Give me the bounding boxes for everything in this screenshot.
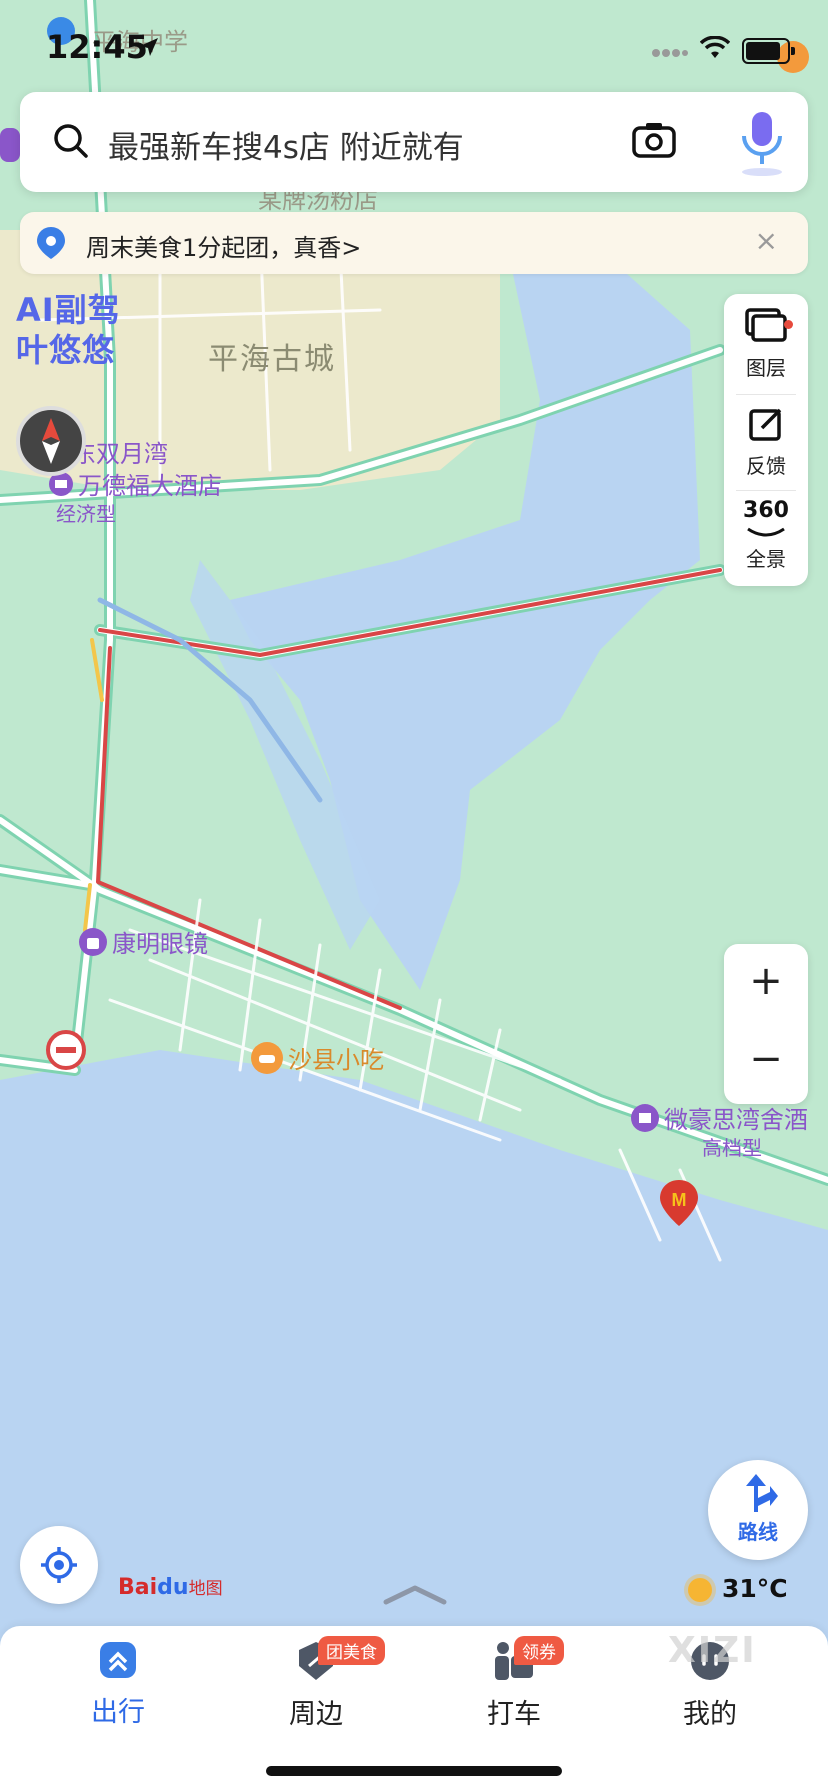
baidu-logo-bai: Bai — [118, 1575, 158, 1600]
layers-icon — [745, 308, 787, 348]
map-area-label: 平海古城 — [208, 342, 336, 377]
status-bar: 12:45 — [0, 0, 828, 90]
layers-button[interactable]: 图层 — [724, 308, 808, 381]
poi-resort-type: 高档型 — [702, 1136, 762, 1160]
shopping-bag-icon — [78, 927, 108, 963]
layers-label: 图层 — [746, 356, 786, 380]
zoom-control: + − — [724, 944, 808, 1104]
svg-text:M: M — [672, 1190, 687, 1210]
voice-mic-icon[interactable] — [734, 108, 790, 176]
close-icon[interactable]: × — [755, 224, 778, 257]
tab-profile-label: 我的 — [683, 1699, 737, 1730]
sun-icon — [688, 1578, 712, 1602]
poi-shaxian[interactable]: 沙县小吃 — [250, 1040, 384, 1081]
taxi-icon — [491, 1642, 537, 1686]
locate-me-button[interactable] — [20, 1526, 98, 1604]
ai-copilot-line2: 叶悠悠 — [16, 331, 116, 369]
zoom-in-button[interactable]: + — [724, 958, 808, 1004]
search-placeholder[interactable]: 最强新车搜4s店 附近就有 — [108, 122, 464, 167]
location-pin-icon — [36, 226, 66, 264]
tab-travel[interactable]: 出行 — [48, 1640, 188, 1729]
search-icon — [52, 122, 90, 164]
tab-taxi-label: 打车 — [487, 1699, 541, 1730]
layers-notification-dot — [784, 320, 793, 329]
panorama-label: 全景 — [746, 547, 786, 571]
no-entry-icon — [46, 1030, 86, 1074]
weather-widget[interactable]: 31°C — [688, 1574, 788, 1603]
poi-glasses-label: 康明眼镜 — [112, 930, 208, 958]
baidu-logo-du: du — [157, 1575, 189, 1600]
tab-nearby-label: 周边 — [289, 1699, 343, 1730]
tab-taxi[interactable]: 领券 打车 — [444, 1636, 584, 1731]
hotel-icon — [630, 1103, 660, 1139]
panorama-button[interactable]: 360 全景 — [724, 498, 808, 572]
feedback-icon — [748, 408, 784, 446]
poi-hotel-label: 万德福大酒店 — [78, 472, 222, 500]
ai-copilot-line1: AI副驾 — [16, 291, 121, 329]
route-arrow-icon — [742, 1472, 778, 1520]
tab-nearby-tag: 团美食 — [318, 1636, 385, 1665]
location-arrow-icon — [138, 36, 160, 62]
travel-icon — [98, 1642, 138, 1684]
feedback-label: 反馈 — [746, 454, 786, 478]
ai-copilot-badge[interactable]: AI副驾 叶悠悠 — [16, 290, 126, 370]
status-time: 12:45 — [46, 28, 148, 66]
promo-banner[interactable]: 周末美食1分起团，真香> × — [20, 212, 808, 274]
mcdonalds-icon[interactable]: M — [660, 1180, 698, 1230]
drawer-handle-icon[interactable] — [382, 1584, 448, 1610]
panorama-360-icon: 360 — [743, 498, 789, 523]
cellular-signal-icon — [652, 44, 688, 63]
search-bar[interactable]: 最强新车搜4s店 附近就有 — [20, 92, 808, 192]
weather-temp: 31°C — [722, 1574, 788, 1603]
tab-taxi-tag: 领券 — [514, 1636, 564, 1665]
rotate-arc-icon — [744, 524, 788, 543]
compass-icon[interactable] — [16, 406, 86, 476]
tab-nearby[interactable]: 团美食 周边 — [246, 1636, 386, 1731]
wifi-icon — [699, 35, 731, 64]
route-button[interactable]: 路线 — [708, 1460, 808, 1560]
route-label: 路线 — [738, 1520, 778, 1544]
promo-banner-text[interactable]: 周末美食1分起团，真香> — [86, 228, 361, 263]
camera-icon[interactable] — [632, 120, 676, 164]
feedback-button[interactable]: 反馈 — [724, 406, 808, 479]
tab-travel-label: 出行 — [91, 1697, 145, 1728]
poi-shaxian-label: 沙县小吃 — [288, 1046, 384, 1074]
restaurant-icon — [250, 1041, 284, 1081]
home-indicator[interactable] — [266, 1766, 562, 1776]
baidu-map-logo: Baidu地图 — [118, 1574, 223, 1600]
zoom-out-button[interactable]: − — [724, 1036, 808, 1082]
battery-icon — [742, 38, 795, 64]
poi-resort-label: 微豪思湾舍酒 — [664, 1106, 808, 1134]
map-tools-panel: 图层 反馈 360 全景 — [724, 294, 808, 586]
baidu-logo-map: 地图 — [188, 1579, 223, 1599]
crosshair-icon — [39, 1545, 79, 1589]
nearby-icon — [295, 1642, 337, 1686]
poi-hotel-type: 经济型 — [56, 502, 116, 526]
poi-glasses[interactable]: 康明眼镜 — [78, 924, 208, 963]
shop-poi-icon — [0, 128, 22, 166]
watermark-text: XIZI — [668, 1630, 757, 1671]
